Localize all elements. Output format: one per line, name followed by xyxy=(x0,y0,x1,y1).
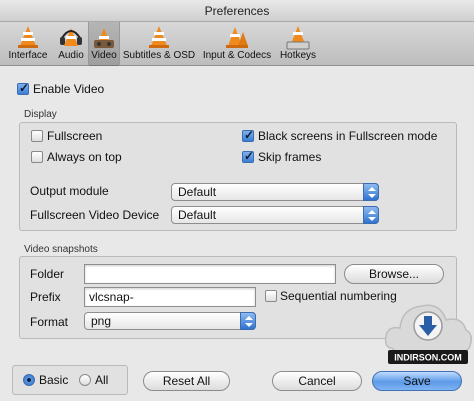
tab-subtitles-osd[interactable]: Subtitles & OSD xyxy=(122,22,196,66)
fullscreen-checkbox[interactable] xyxy=(31,130,43,142)
window-title: Preferences xyxy=(0,0,474,22)
fullscreen-device-select[interactable]: Default xyxy=(171,206,379,224)
svg-text:INDIRSON.COM: INDIRSON.COM xyxy=(394,353,462,363)
output-module-label: Output module xyxy=(30,184,109,198)
cone-interface-icon xyxy=(18,26,38,48)
format-label: Format xyxy=(30,315,69,329)
output-module-arrows-icon xyxy=(363,183,379,201)
fullscreen-label: Fullscreen xyxy=(47,129,103,143)
all-radio[interactable] xyxy=(79,374,91,386)
skip-frames-label: Skip frames xyxy=(258,150,322,164)
all-label: All xyxy=(95,373,109,387)
prefix-label: Prefix xyxy=(30,290,61,304)
sequential-numbering-checkbox[interactable] xyxy=(265,290,277,302)
preferences-toolbar: Interface Audio Video Subtitles & OSD In… xyxy=(0,22,474,66)
folder-label: Folder xyxy=(30,267,65,281)
tab-input-codecs[interactable]: Input & Codecs xyxy=(200,22,274,66)
basic-radio[interactable] xyxy=(23,374,35,386)
tab-hotkeys[interactable]: Hotkeys xyxy=(278,22,318,66)
enable-video-label: Enable Video xyxy=(33,82,105,96)
fullscreen-device-label: Fullscreen Video Device xyxy=(30,208,160,222)
fullscreen-device-arrows-icon xyxy=(363,206,379,224)
reset-all-button[interactable]: Reset All xyxy=(143,371,230,391)
format-value: png xyxy=(91,314,112,328)
folder-field[interactable] xyxy=(84,264,336,284)
tab-video[interactable]: Video xyxy=(88,22,120,66)
tab-hotkeys-label: Hotkeys xyxy=(279,50,317,61)
enable-video-checkbox[interactable] xyxy=(17,81,29,95)
format-select[interactable]: png xyxy=(84,312,256,330)
display-group-title: Display xyxy=(24,109,57,120)
prefix-field[interactable]: vlcsnap- xyxy=(84,287,256,307)
fullscreen-device-value: Default xyxy=(178,208,217,222)
output-module-value: Default xyxy=(178,185,217,199)
cone-video-icon xyxy=(94,28,114,48)
cone-headphones-icon xyxy=(60,28,82,46)
tab-input-label: Input & Codecs xyxy=(202,50,272,61)
format-arrows-icon xyxy=(240,312,256,330)
cone-input-icon xyxy=(226,27,248,48)
always-on-top-checkbox[interactable] xyxy=(31,151,43,163)
black-screens-checkbox[interactable] xyxy=(242,128,254,142)
skip-frames-checkbox[interactable] xyxy=(242,149,254,163)
tab-video-label: Video xyxy=(91,50,117,61)
tab-interface[interactable]: Interface xyxy=(4,22,52,66)
black-screens-label: Black screens in Fullscreen mode xyxy=(258,129,438,143)
basic-label: Basic xyxy=(39,373,69,387)
cancel-button[interactable]: Cancel xyxy=(272,371,362,391)
cone-subtitles-icon xyxy=(149,26,169,48)
cone-hotkeys-icon xyxy=(286,26,310,50)
indirson-watermark-logo: INDIRSON.COM xyxy=(384,304,473,364)
sequential-numbering-label: Sequential numbering xyxy=(280,289,397,303)
tab-interface-label: Interface xyxy=(8,50,48,61)
save-button[interactable]: Save xyxy=(372,371,462,391)
snapshots-group-title: Video snapshots xyxy=(24,244,98,255)
tab-subtitles-label: Subtitles & OSD xyxy=(122,50,196,61)
output-module-select[interactable]: Default xyxy=(171,183,379,201)
tab-audio-label: Audio xyxy=(58,50,84,61)
always-on-top-label: Always on top xyxy=(47,150,122,164)
browse-button[interactable]: Browse... xyxy=(344,264,444,284)
tab-audio[interactable]: Audio xyxy=(55,22,87,66)
